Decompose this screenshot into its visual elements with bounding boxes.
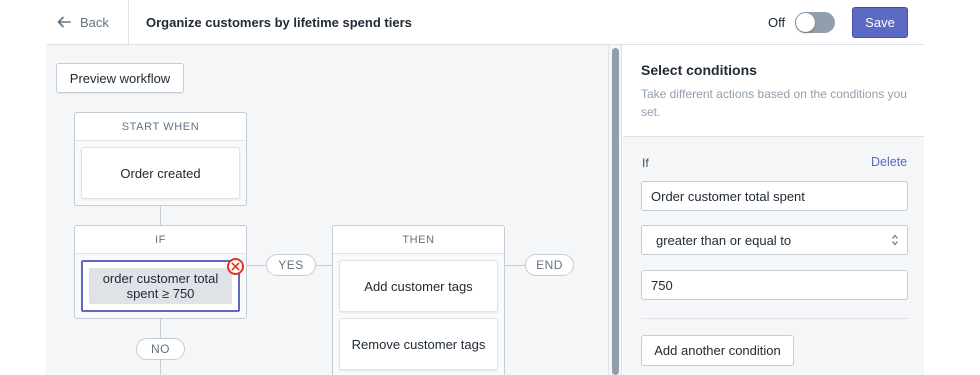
if-label: If [642, 156, 649, 170]
operator-select-value: greater than or equal to [656, 232, 792, 248]
panel-title: Select conditions [641, 62, 757, 78]
start-when-header: START WHEN [75, 113, 246, 141]
add-another-condition-button[interactable]: Add another condition [641, 335, 794, 366]
connector-then-end [505, 265, 525, 266]
if-header: IF [75, 226, 246, 254]
back-label: Back [80, 14, 109, 30]
condition-line-2: spent ≥ 750 [126, 286, 195, 301]
save-button[interactable]: Save [852, 7, 908, 38]
no-branch-label: NO [136, 338, 185, 360]
panel-body: If Delete Order customer total spent gre… [623, 137, 924, 375]
action-add-customer-tags[interactable]: Add customer tags [339, 260, 498, 312]
then-card: THEN Add customer tags Remove customer t… [332, 225, 505, 375]
condition-property-field[interactable]: Order customer total spent [641, 181, 908, 211]
connector-yes-then [316, 265, 332, 266]
action-remove-customer-tags[interactable]: Remove customer tags [339, 318, 498, 370]
remove-condition-button[interactable] [227, 258, 244, 275]
scrollbar-thumb[interactable] [612, 48, 619, 375]
arrow-left-icon [57, 16, 71, 28]
topbar-divider [128, 0, 129, 44]
preview-workflow-button[interactable]: Preview workflow [56, 63, 184, 93]
toggle-knob [796, 13, 815, 32]
close-icon [231, 262, 240, 271]
canvas-scrollbar[interactable] [608, 45, 622, 375]
connector-start-if [160, 206, 161, 225]
toggle-status-label: Off [768, 14, 786, 30]
workflow-title: Organize customers by lifetime spend tie… [146, 14, 412, 30]
workflow-canvas: Preview workflow START WHEN Order create… [46, 45, 608, 375]
condition-chip: order customer total spent ≥ 750 [89, 268, 232, 304]
connector-no-down [160, 360, 161, 375]
then-header: THEN [333, 226, 504, 254]
condition-value-field[interactable]: 750 [641, 270, 908, 300]
panel-description: Take different actions based on the cond… [641, 87, 907, 119]
start-when-card: START WHEN Order created [74, 112, 247, 206]
if-card: IF order customer total spent ≥ 750 [74, 225, 247, 319]
panel-header: Select conditions Take different actions… [623, 45, 924, 137]
top-bar: Back Organize customers by lifetime spen… [46, 0, 924, 45]
back-button[interactable]: Back [56, 0, 128, 44]
workflow-active-toggle[interactable] [795, 12, 835, 33]
conditions-panel: Select conditions Take different actions… [623, 45, 924, 375]
selected-condition[interactable]: order customer total spent ≥ 750 [81, 260, 240, 312]
connector-if-yes [247, 265, 266, 266]
select-arrows-icon [892, 234, 898, 246]
panel-divider [641, 318, 908, 319]
connector-if-no [160, 319, 161, 338]
condition-line-1: order customer total [102, 271, 219, 286]
yes-branch-label: YES [266, 254, 316, 276]
trigger-order-created[interactable]: Order created [81, 147, 240, 199]
end-label: END [525, 254, 574, 276]
operator-select[interactable]: greater than or equal to [641, 225, 908, 255]
delete-condition-link[interactable]: Delete [871, 155, 907, 169]
